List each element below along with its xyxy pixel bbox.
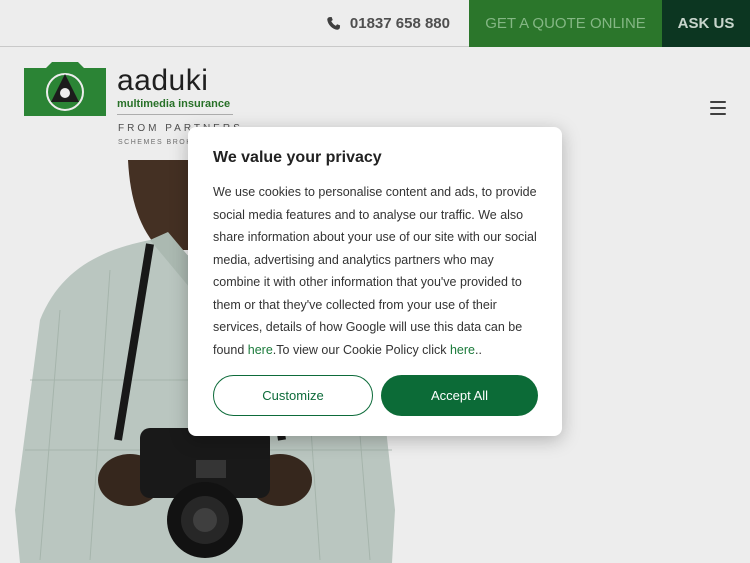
privacy-modal: We value your privacy We use cookies to … xyxy=(188,127,562,436)
accept-all-button[interactable]: Accept All xyxy=(381,375,538,416)
modal-body-text-3: .. xyxy=(474,342,482,357)
modal-body-text-2: .To view our Cookie Policy click xyxy=(272,342,450,357)
modal-body-text: We use cookies to personalise content an… xyxy=(213,185,537,357)
customize-button[interactable]: Customize xyxy=(213,375,373,416)
google-data-link[interactable]: here xyxy=(248,343,273,357)
modal-title: We value your privacy xyxy=(213,149,382,166)
modal-body: We use cookies to personalise content an… xyxy=(213,181,543,361)
cookie-policy-link[interactable]: here xyxy=(450,343,475,357)
modal-actions: Customize Accept All xyxy=(213,375,538,416)
